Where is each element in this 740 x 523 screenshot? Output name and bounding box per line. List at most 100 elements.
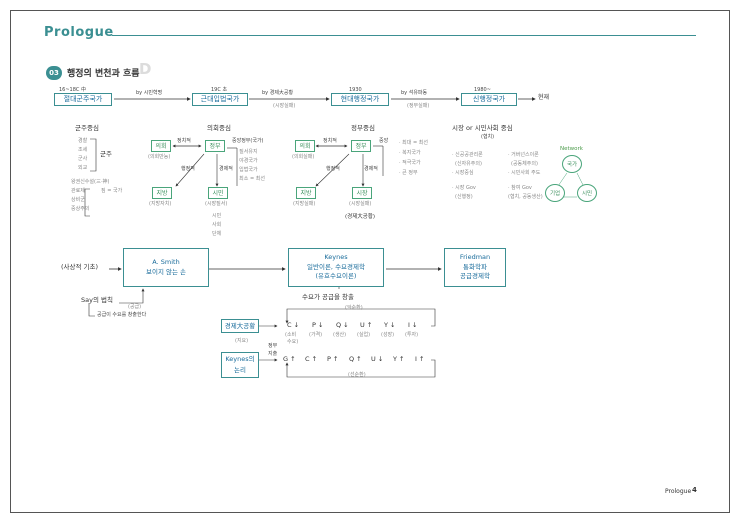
col2-center-item: · 최소 = 최선 (236, 176, 265, 182)
col2-administrative: 행정적 (181, 166, 195, 172)
chain2-item: C ↑ (305, 355, 318, 363)
col3-economic: 경제적 (364, 166, 378, 172)
col3-jeongbu-box: 정부 (351, 140, 371, 152)
col1-item: 군사 (78, 156, 88, 162)
col3-center-title: 중앙 (379, 138, 389, 144)
col2-simin-box: 시민 (208, 187, 228, 199)
say-law-desc: 공급이 수요를 창출한다 (97, 312, 147, 318)
arrow2-sub: (시장실패) (273, 103, 296, 109)
col4-heading-sub: (협치) (481, 134, 495, 140)
col2-political: 정치적 (177, 138, 191, 144)
col2-jibang-sub: (지방자치) (149, 201, 172, 207)
col3-center-item: · 적극국가 (399, 160, 421, 166)
col2-heading: 의회중심 (207, 124, 231, 132)
col3-administrative: 행정적 (326, 166, 340, 172)
keynes-box: Keynes 일반이론, 수요경제학 (유효수요이론) (288, 248, 384, 287)
friedman-desc: 통화학파 (463, 262, 487, 271)
keynes-desc: 일반이론, 수요경제학 (307, 262, 365, 271)
col3-sijang-box: 시장 (352, 187, 372, 199)
col1-items-label: 군주 (100, 150, 112, 158)
present-label: 현재 (538, 94, 550, 101)
network-title: Network (560, 146, 583, 152)
col2-jeongbu-box: 정부 (205, 140, 225, 152)
arrow3-label: by 석유파동 (401, 90, 428, 96)
col3-jibang-box: 지방 (296, 187, 316, 199)
network-firm-node: 기업 (545, 184, 565, 202)
arrow3-sub: (정부실패) (407, 103, 430, 109)
era2-box: 근대입법국가 (192, 93, 248, 106)
col4-left-gov: · 시장 Gov (452, 185, 476, 191)
arrow1-label: by 시민혁명 (136, 90, 163, 96)
chain2-item: P ↑ (327, 355, 339, 363)
col1-extra: 중상주의 (71, 206, 90, 212)
network-state-node: 국가 (562, 155, 582, 173)
chain1-sub: (성장) (381, 332, 395, 338)
chain1-sub: (생산) (333, 332, 347, 338)
chain1-item: Q ↓ (336, 321, 349, 329)
col4-heading: 시장 or 시민사회 중심 (452, 124, 513, 132)
col2-jibang-box: 지방 (152, 187, 172, 199)
chain1-sub: (실업) (357, 332, 371, 338)
col2-uihoe-box: 의회 (151, 140, 171, 152)
arrow2-label: by 경제大공황 (262, 90, 294, 96)
chain1-item: P ↓ (312, 321, 324, 329)
col4-right-item: · 거버넌스이론 (508, 152, 539, 158)
chain2-sub: (선순환) (348, 372, 366, 378)
col1-extra: 상비군 (71, 197, 85, 203)
col3-sijang-sub: (시장실패) (349, 201, 372, 207)
gov-spend-label: 지출 (268, 351, 278, 357)
col2-center-title: 중앙정부(국가) (232, 138, 264, 144)
network-citizen-node: 시민 (577, 184, 597, 202)
col4-right-item: · 시민사회 주도 (508, 170, 541, 176)
say-law-sub: (공급) (128, 304, 142, 310)
chain1-item: I ↓ (408, 321, 418, 329)
col2-simin-sub: (시장질서) (205, 201, 228, 207)
smith-box: A. Smith 보이지 않는 손 (123, 248, 209, 287)
keynes-name: Keynes (324, 253, 348, 262)
friedman-desc2: 공급경제학 (460, 272, 490, 281)
chain1-sub2: 수요) (287, 339, 299, 345)
col4-left-item: · 신공공관리론 (452, 152, 483, 158)
col1-extra: 관료제 (71, 188, 85, 194)
keynes-logic-box: Keynes의 논리 (221, 352, 259, 378)
col2-economic: 경제적 (219, 166, 233, 172)
col1-heading: 군주중심 (75, 124, 99, 132)
chain1-sub: (투자) (405, 332, 419, 338)
col4-left-item: (신자유주의) (455, 161, 482, 167)
col3-center-item: · 최대 = 최선 (399, 140, 428, 146)
col3-center-item: · 복지국가 (399, 150, 421, 156)
chain1-sub: (가격) (309, 332, 323, 338)
col4-right-gov: · 참여 Gov (508, 185, 532, 191)
friedman-box: Friedman 통화학파 공급경제학 (444, 248, 506, 287)
depression-box: 경제大공황 (221, 319, 259, 333)
col2-uihoe-sub: (의회만능) (148, 154, 171, 160)
col2-simin-item: 시민 (212, 213, 222, 219)
keynes-desc2: (유효수요이론) (315, 272, 357, 281)
col1-item: 조세 (78, 147, 88, 153)
col3-political: 정치적 (323, 138, 337, 144)
depression-caption: 수요가 공급을 창출 (302, 293, 354, 301)
col3-uihoe-sub: (의회실패) (292, 154, 315, 160)
col2-center-item: · 입법국가 (236, 167, 258, 173)
keynes-logic-line1: Keynes의 (225, 355, 255, 363)
col1-item: 경찰 (78, 138, 88, 144)
col2-center-item: · 야경국가 (236, 158, 258, 164)
chain2-item: U ↓ (371, 355, 384, 363)
keynes-logic-line2: 논리 (234, 366, 246, 374)
say-law-title: Say의 법칙 (81, 296, 113, 304)
col3-jibang-sub: (지방실패) (293, 201, 316, 207)
chain1-sub: (소비 (285, 332, 297, 338)
col4-left-item: · 시장중심 (452, 170, 474, 176)
col1-item: 외교 (78, 165, 88, 171)
col4-right-gov-sub: (협치, 공동생산) (508, 194, 543, 200)
chain2-item: G ↑ (283, 355, 296, 363)
friedman-name: Friedman (459, 253, 491, 262)
col2-simin-item: 사회 (212, 222, 222, 228)
col4-left-gov-sub: (신행정) (455, 194, 473, 200)
smith-name: A. Smith (152, 258, 180, 267)
depression-caption-sub: (악순환) (345, 305, 363, 311)
col3-sijang-note: (경제大공황) (345, 214, 376, 220)
footer-label: Prologue (665, 488, 692, 495)
gov-spend-label: 정부 (268, 343, 278, 349)
page: Prologue 03 행정의 변천과 흐름 D 16~18C 中 절대군주국가… (10, 10, 730, 513)
